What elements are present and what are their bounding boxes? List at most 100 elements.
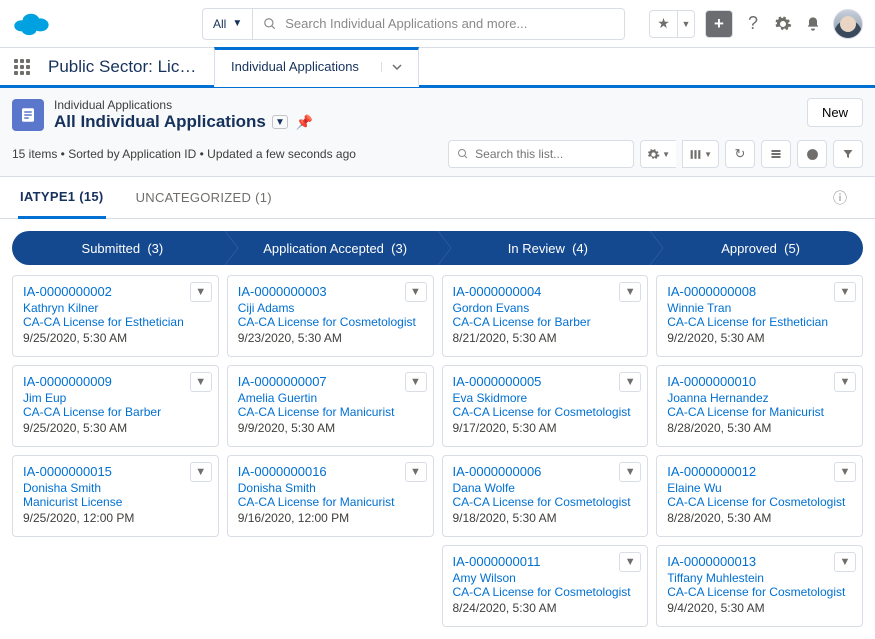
kanban-card[interactable]: ▼IA-0000000013 Tiffany MuhlesteinCA-CA Li… [656,545,863,627]
nav-tab-individual-applications[interactable]: Individual Applications [214,47,419,87]
stage-in-review[interactable]: In Review (4) [438,231,651,265]
kanban-card[interactable]: ▼IA-0000000008 Winnie TranCA-CA License f… [656,275,863,357]
card-menu-button[interactable]: ▼ [834,462,856,482]
card-application-id[interactable]: IA-0000000008 [667,284,852,299]
card-license-type[interactable]: CA-CA License for Cosmetologist [453,405,638,419]
card-license-type[interactable]: CA-CA License for Barber [23,405,208,419]
card-application-id[interactable]: IA-0000000012 [667,464,852,479]
list-search[interactable] [448,140,634,168]
card-application-id[interactable]: IA-0000000009 [23,374,208,389]
card-license-type[interactable]: Manicurist License [23,495,208,509]
kanban-card[interactable]: ▼IA-0000000015 Donisha SmithManicurist Li… [12,455,219,537]
kanban-card[interactable]: ▼IA-0000000012 Elaine WuCA-CA License for… [656,455,863,537]
card-applicant-name[interactable]: Kathryn Kilner [23,301,208,315]
card-applicant-name[interactable]: Dana Wolfe [453,481,638,495]
search-scope-selector[interactable]: All ▼ [202,8,252,40]
card-applicant-name[interactable]: Ciji Adams [238,301,423,315]
chart-button[interactable] [797,140,827,168]
kanban-card[interactable]: ▼IA-0000000004 Gordon EvansCA-CA License … [442,275,649,357]
card-applicant-name[interactable]: Amelia Guertin [238,391,423,405]
global-search[interactable] [252,8,625,40]
kanban-card[interactable]: ▼IA-0000000005Eva SkidmoreCA-CA License … [442,365,649,447]
card-applicant-name[interactable]: Joanna Hernandez [667,391,852,405]
card-license-type[interactable]: CA-CA License for Esthetician [23,315,208,329]
list-view-name[interactable]: All Individual Applications ▼ 📌 [54,112,313,132]
card-application-id[interactable]: IA-0000000005 [453,374,638,389]
card-license-type[interactable]: CA-CA License for Cosmetologist [667,585,852,599]
card-menu-button[interactable]: ▼ [619,282,641,302]
list-search-input[interactable] [475,147,625,161]
kanban-card[interactable]: ▼IA-0000000003 Ciji AdamsCA-CA License fo… [227,275,434,357]
card-applicant-name[interactable]: Winnie Tran [667,301,852,315]
setup-gear-icon[interactable] [773,14,793,34]
card-menu-button[interactable]: ▼ [190,462,212,482]
card-license-type[interactable]: CA-CA License for Barber [453,315,638,329]
help-icon[interactable]: ? [743,14,763,34]
card-application-id[interactable]: IA-0000000002 [23,284,208,299]
card-menu-button[interactable]: ▼ [190,282,212,302]
kanban-card[interactable]: ▼IA-0000000010 Joanna HernandezCA-CA Lice… [656,365,863,447]
kanban-card[interactable]: ▼IA-0000000016 Donisha SmithCA-CA License… [227,455,434,537]
app-launcher-button[interactable] [0,59,44,75]
card-menu-button[interactable]: ▼ [190,372,212,392]
card-applicant-name[interactable]: Donisha Smith [23,481,208,495]
display-as-button[interactable]: ▼ [682,140,719,168]
card-application-id[interactable]: IA-0000000004 [453,284,638,299]
favorites-button[interactable]: ★ [649,10,677,38]
list-settings-button[interactable]: ▼ [640,140,676,168]
kanban-card[interactable]: ▼IA-0000000011 Amy WilsonCA-CA License fo… [442,545,649,627]
card-applicant-name[interactable]: Eva Skidmore [453,391,638,405]
card-application-id[interactable]: IA-0000000006 [453,464,638,479]
card-license-type[interactable]: CA-CA License for Cosmetologist [238,315,423,329]
card-menu-button[interactable]: ▼ [834,552,856,572]
stage-submitted[interactable]: Submitted (3) [12,231,225,265]
global-search-input[interactable] [285,16,614,31]
pin-icon[interactable]: 📌 [296,114,313,131]
favorites-list-button[interactable]: ▼ [677,10,695,38]
card-applicant-name[interactable]: Gordon Evans [453,301,638,315]
notifications-bell-icon[interactable] [803,14,823,34]
card-menu-button[interactable]: ▼ [834,282,856,302]
card-application-id[interactable]: IA-0000000011 [453,554,638,569]
inline-edit-button[interactable] [761,140,791,168]
card-license-type[interactable]: CA-CA License for Manicurist [238,495,423,509]
card-license-type[interactable]: CA-CA License for Cosmetologist [453,585,638,599]
card-license-type[interactable]: CA-CA License for Cosmetologist [667,495,852,509]
card-license-type[interactable]: CA-CA License for Esthetician [667,315,852,329]
card-application-id[interactable]: IA-0000000007 [238,374,423,389]
card-license-type[interactable]: CA-CA License for Cosmetologist [453,495,638,509]
card-applicant-name[interactable]: Tiffany Muhlestein [667,571,852,585]
card-application-id[interactable]: IA-0000000016 [238,464,423,479]
card-applicant-name[interactable]: Donisha Smith [238,481,423,495]
kanban-card[interactable]: ▼IA-0000000007Amelia GuertinCA-CA Licens… [227,365,434,447]
card-menu-button[interactable]: ▼ [405,462,427,482]
global-add-button[interactable]: + [705,10,733,38]
user-avatar[interactable] [833,9,863,39]
kanban-card[interactable]: ▼IA-0000000009 Jim EupCA-CA License for B… [12,365,219,447]
card-menu-button[interactable]: ▼ [619,462,641,482]
card-menu-button[interactable]: ▼ [405,282,427,302]
card-menu-button[interactable]: ▼ [834,372,856,392]
stage-approved[interactable]: Approved (5) [650,231,863,265]
filter-button[interactable] [833,140,863,168]
card-license-type[interactable]: CA-CA License for Manicurist [667,405,852,419]
card-applicant-name[interactable]: Jim Eup [23,391,208,405]
refresh-button[interactable]: ↻ [725,140,755,168]
tab-iatype1[interactable]: IATYPE1 (15) [18,177,106,219]
card-application-id[interactable]: IA-0000000015 [23,464,208,479]
stage-application-accepted[interactable]: Application Accepted (3) [225,231,438,265]
list-view-switcher[interactable]: ▼ [272,115,288,129]
kanban-card[interactable]: ▼IA-0000000006 Dana WolfeCA-CA License fo… [442,455,649,537]
card-application-id[interactable]: IA-0000000010 [667,374,852,389]
card-applicant-name[interactable]: Amy Wilson [453,571,638,585]
tab-uncategorized[interactable]: UNCATEGORIZED (1) [134,178,274,217]
info-icon[interactable]: ⓘ [833,188,857,208]
card-menu-button[interactable]: ▼ [619,552,641,572]
new-button[interactable]: New [807,98,863,127]
card-application-id[interactable]: IA-0000000003 [238,284,423,299]
card-applicant-name[interactable]: Elaine Wu [667,481,852,495]
nav-tab-menu-button[interactable] [381,62,402,72]
card-application-id[interactable]: IA-0000000013 [667,554,852,569]
card-license-type[interactable]: CA-CA License for Manicurist [238,405,423,419]
kanban-card[interactable]: ▼IA-0000000002 Kathryn KilnerCA-CA Licens… [12,275,219,357]
